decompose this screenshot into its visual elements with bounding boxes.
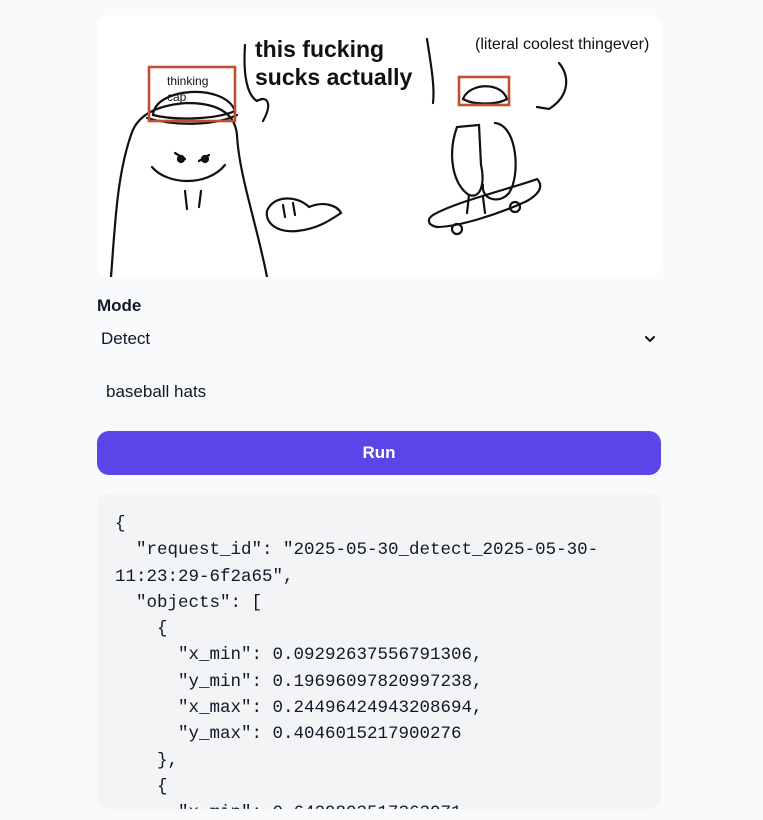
result-line: "objects": [ (136, 592, 263, 613)
svg-text:cap: cap (167, 90, 187, 104)
result-line: "request_id": "2025-05-30_detect_2025-05… (136, 540, 599, 561)
result-line: "y_max": 0.4046015217900276 (178, 724, 462, 745)
result-line: { (115, 514, 126, 534)
chevron-down-icon (645, 336, 655, 342)
svg-text:this fucking: this fucking (255, 36, 384, 62)
result-line: "x_max": 0.24496424943208694, (178, 698, 483, 719)
result-line: }, (157, 750, 179, 771)
prompt-field[interactable] (97, 374, 661, 410)
result-line: "y_min": 0.19696097820997238, (178, 671, 483, 692)
meme-image: this fucking sucks actually (literal coo… (97, 15, 661, 277)
result-line: 11:23:29-6f2a65", (115, 566, 294, 587)
svg-text:(literal coolest thingever): (literal coolest thingever) (475, 36, 649, 53)
mode-label: Mode (97, 296, 142, 315)
result-output: { "request_id": "2025-05-30_detect_2025-… (97, 493, 661, 809)
result-line: { (157, 619, 168, 640)
result-json: { "request_id": "2025-05-30_detect_2025-… (97, 493, 661, 809)
result-line: "x_min": 0.09292637556791306, (178, 645, 483, 666)
mode-select[interactable]: Detect (97, 322, 661, 356)
result-line: "x_min": 0.6429803517363071, (115, 803, 472, 809)
svg-text:thinking: thinking (167, 74, 208, 88)
result-line: { (157, 776, 168, 797)
prompt-input[interactable] (97, 381, 648, 403)
run-button[interactable]: Run (97, 431, 661, 475)
mode-select-value: Detect (101, 329, 151, 348)
svg-text:sucks actually: sucks actually (255, 64, 412, 90)
input-image: this fucking sucks actually (literal coo… (97, 15, 661, 277)
